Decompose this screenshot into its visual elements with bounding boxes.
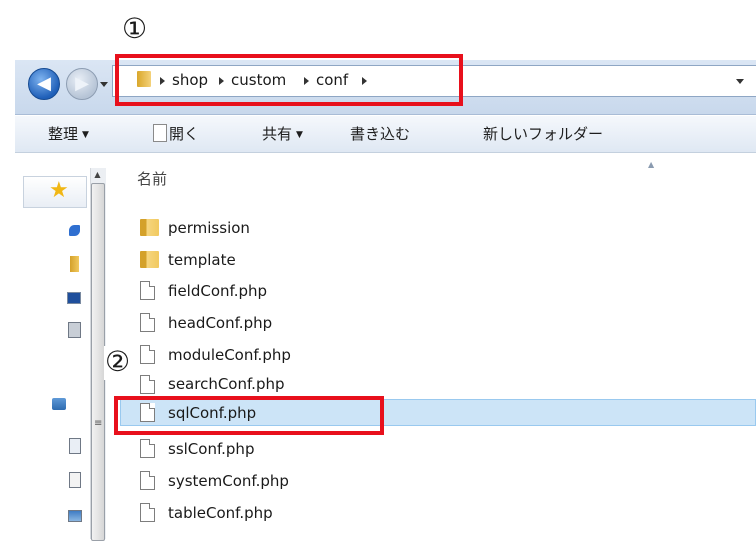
file-icon — [140, 439, 155, 458]
scrollbar-thumb[interactable] — [91, 183, 105, 541]
file-icon — [140, 281, 155, 300]
file-name: headConf.php — [168, 314, 273, 332]
file-icon — [140, 345, 155, 364]
highlight-box-breadcrumb — [115, 54, 463, 106]
page-icon — [153, 124, 167, 142]
highlight-box-sqlconf — [114, 396, 384, 435]
file-name: sslConf.php — [168, 440, 255, 458]
address-dropdown-icon[interactable] — [736, 79, 744, 84]
libraries-icon[interactable] — [52, 398, 66, 410]
file-icon — [140, 471, 155, 490]
annotation-marker-1: ① — [122, 12, 148, 45]
sort-up-icon: ▲ — [648, 160, 655, 169]
caret-down-icon: ▼ — [82, 130, 89, 140]
star-icon: ★ — [49, 178, 69, 203]
new-folder-button[interactable]: 新しいフォルダー — [483, 123, 603, 145]
open-button[interactable]: 開く — [169, 123, 199, 145]
forward-button[interactable]: ▶ — [66, 68, 98, 100]
file-icon — [140, 503, 155, 522]
scroll-up-icon[interactable]: ▲ — [91, 168, 104, 182]
file-name: systemConf.php — [168, 472, 289, 490]
share-button[interactable]: 共有 ▼ — [262, 123, 303, 145]
burn-button[interactable]: 書き込む — [350, 123, 410, 145]
file-name: permission — [168, 219, 250, 237]
file-name: template — [168, 251, 236, 269]
organize-button[interactable]: 整理 ▼ — [48, 123, 89, 145]
caret-down-icon: ▼ — [296, 130, 303, 140]
library-icon[interactable] — [70, 256, 79, 272]
pictures-icon[interactable] — [68, 510, 82, 522]
file-name: searchConf.php — [168, 375, 285, 393]
music-icon[interactable] — [69, 472, 81, 488]
file-name: tableConf.php — [168, 504, 273, 522]
grip-icon: ≡ — [94, 418, 103, 429]
documents-icon[interactable] — [69, 438, 81, 454]
file-icon — [140, 375, 155, 394]
file-icon — [140, 313, 155, 332]
arrow-right-icon: ▶ — [75, 73, 89, 94]
cloud-icon[interactable] — [69, 225, 80, 236]
desktop-icon[interactable] — [67, 292, 81, 304]
back-button[interactable]: ◀ — [28, 68, 60, 100]
column-header-name[interactable]: 名前 — [137, 168, 167, 189]
file-name: fieldConf.php — [168, 282, 268, 300]
recent-pages-dropdown[interactable] — [100, 82, 108, 87]
recent-places-icon[interactable] — [68, 322, 81, 338]
folder-icon — [140, 219, 159, 236]
arrow-left-icon: ◀ — [37, 73, 51, 94]
file-name: moduleConf.php — [168, 346, 291, 364]
folder-icon — [140, 251, 159, 268]
annotation-marker-2: ② — [105, 345, 131, 378]
